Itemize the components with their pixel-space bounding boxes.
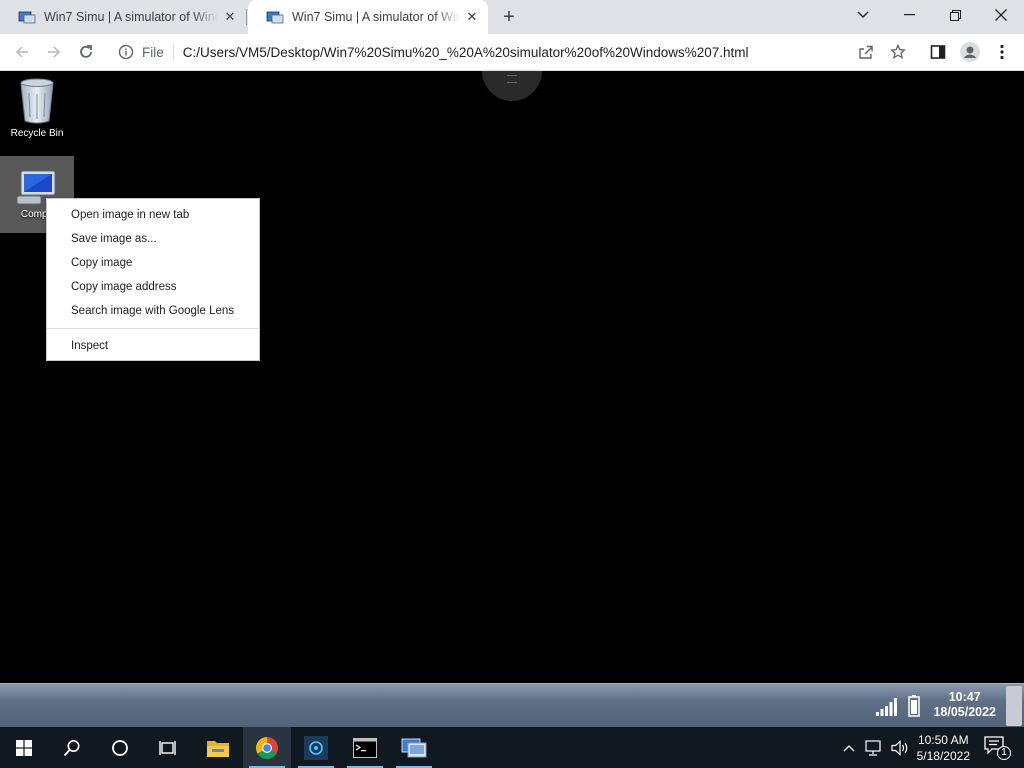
volume-icon[interactable] <box>891 739 909 756</box>
close-tab-icon[interactable]: ✕ <box>464 9 480 25</box>
simulator-time: 10:47 <box>948 690 981 704</box>
task-view-button[interactable] <box>144 727 192 768</box>
scrollbar-thumb[interactable] <box>1006 686 1022 726</box>
avatar-icon <box>960 42 980 62</box>
close-icon <box>995 9 1007 21</box>
back-button[interactable] <box>8 38 36 66</box>
terminal-button[interactable] <box>341 727 389 768</box>
profile-button[interactable] <box>956 38 984 66</box>
terminal-icon <box>353 737 377 758</box>
menu-item-google-lens[interactable]: Search image with Google Lens <box>47 299 259 323</box>
menu-item-open-image-new-tab[interactable]: Open image in new tab <box>47 203 259 227</box>
reload-icon <box>80 45 92 58</box>
reload-button[interactable] <box>72 38 100 66</box>
file-explorer-button[interactable] <box>194 727 242 768</box>
system-clock[interactable]: 10:50 AM 5/18/2022 <box>917 732 970 764</box>
browser-tab-1[interactable]: Win7 Simu | A simulator of Windows 7 ✕ <box>0 0 246 34</box>
desktop-icon-recycle-bin[interactable]: Recycle Bin <box>0 77 74 153</box>
system-tray: 10:50 AM 5/18/2022 1 <box>843 727 1024 768</box>
cortana-button[interactable] <box>96 727 144 768</box>
top-pull-handle[interactable] <box>482 71 542 101</box>
menu-item-copy-image-address[interactable]: Copy image address <box>47 275 259 299</box>
share-button[interactable] <box>852 38 880 66</box>
menu-button[interactable] <box>988 38 1016 66</box>
address-bar[interactable]: File C:/Users/VM5/Desktop/Win7%20Simu%20… <box>108 37 918 67</box>
back-arrow-icon <box>15 46 28 58</box>
side-panel-icon <box>930 45 946 59</box>
chevron-up-icon[interactable] <box>843 744 855 752</box>
star-icon <box>890 44 906 59</box>
search-icon <box>63 739 80 756</box>
system-date: 5/18/2022 <box>916 748 970 763</box>
tab-title: Win7 Simu | A simulator of Windows 7 <box>292 10 460 24</box>
cortana-icon <box>112 739 128 756</box>
file-explorer-icon <box>207 740 229 757</box>
tab-search-button[interactable] <box>840 0 886 30</box>
system-time: 10:50 AM <box>917 732 969 747</box>
chevron-down-icon <box>857 11 869 18</box>
omnibox-divider <box>172 44 174 60</box>
task-view-icon <box>159 740 176 755</box>
browser-tab-2[interactable]: Win7 Simu | A simulator of Windows 7 ✕ <box>248 0 488 34</box>
win7-simu-favicon-icon <box>18 11 36 24</box>
simulator-date: 18/05/2022 <box>933 705 996 719</box>
win7-simu-favicon-icon <box>266 11 284 24</box>
minimize-button[interactable] <box>886 0 932 30</box>
tab-strip: Win7 Simu | A simulator of Windows 7 ✕ W… <box>0 0 1024 34</box>
forward-arrow-icon <box>48 46 61 58</box>
browser-toolbar: File C:/Users/VM5/Desktop/Win7%20Simu%20… <box>0 34 1024 71</box>
menu-item-save-image[interactable]: Save image as... <box>47 227 259 251</box>
forward-button[interactable] <box>40 38 68 66</box>
bookmark-button[interactable] <box>884 38 912 66</box>
menu-icon <box>507 75 517 83</box>
close-tab-icon[interactable]: ✕ <box>222 9 238 25</box>
restore-icon <box>949 9 961 21</box>
menu-item-copy-image[interactable]: Copy image <box>47 251 259 275</box>
minimize-icon <box>903 14 915 16</box>
win7-simu-button[interactable] <box>390 727 438 768</box>
win7-simu-icon <box>401 738 427 757</box>
info-icon[interactable] <box>118 44 134 60</box>
recycle-bin-icon <box>20 78 54 124</box>
menu-divider <box>47 328 259 329</box>
chrome-icon <box>256 736 278 759</box>
context-menu: Open image in new tab Save image as... C… <box>46 198 260 361</box>
desktop-icon-label: Recycle Bin <box>10 128 64 139</box>
tab-separator <box>246 9 247 25</box>
side-panel-button[interactable] <box>924 38 952 66</box>
start-icon <box>16 739 32 756</box>
app-icon <box>304 735 328 760</box>
url-text[interactable]: C:/Users/VM5/Desktop/Win7%20Simu%20_%20A… <box>183 45 749 60</box>
chrome-button[interactable] <box>243 727 291 768</box>
signal-icon[interactable] <box>876 698 898 716</box>
close-window-button[interactable] <box>978 0 1024 30</box>
page-content: Recycle Bin Compu Open image in new tab … <box>0 71 1024 683</box>
start-button[interactable] <box>0 727 48 768</box>
battery-icon[interactable] <box>908 695 920 717</box>
simulator-taskbar: 10:47 18/05/2022 <box>0 683 1024 727</box>
scheme-label: File <box>142 44 164 60</box>
simulator-clock[interactable]: 10:47 18/05/2022 <box>933 690 996 720</box>
search-button[interactable] <box>48 727 96 768</box>
app-button[interactable] <box>292 727 340 768</box>
menu-item-inspect[interactable]: Inspect <box>47 334 259 358</box>
kebab-menu-icon <box>1000 44 1004 60</box>
action-center-button[interactable]: 1 <box>984 735 1012 760</box>
share-icon <box>859 45 873 59</box>
restore-button[interactable] <box>932 0 978 30</box>
notification-badge: 1 <box>997 745 1011 760</box>
new-tab-button[interactable]: + <box>498 6 520 28</box>
network-icon[interactable] <box>865 739 883 756</box>
os-taskbar: 10:50 AM 5/18/2022 1 <box>0 727 1024 768</box>
tab-title: Win7 Simu | A simulator of Windows 7 <box>44 10 218 24</box>
